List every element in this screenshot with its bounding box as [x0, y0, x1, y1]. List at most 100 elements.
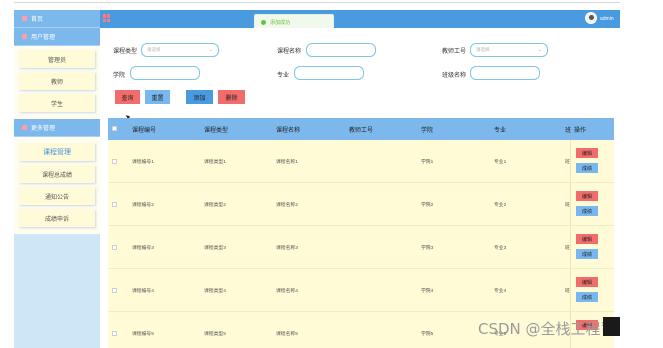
table-row: 课程编号4 课程类型4 课程名称4 学院4 专业4 班 编辑 成绩 — [108, 269, 614, 312]
top-bar: admin — [100, 10, 620, 28]
sidebar-item-appeal[interactable]: 成绩申诉 — [19, 209, 95, 227]
sidebar-item-teacher[interactable]: 教师 — [19, 72, 95, 90]
col-class: 班 — [565, 128, 572, 134]
cell-course-type: 课程类型5 — [204, 332, 226, 337]
sidebar-item-admin[interactable]: 管理员 — [19, 50, 95, 68]
admin-label[interactable]: admin — [600, 16, 614, 22]
col-college: 学院 — [421, 128, 434, 134]
class-label: 班级名称 — [442, 73, 467, 79]
table-header: 课程编号 课程类型 课程名称 教师工号 学院 专业 班 操作 — [108, 118, 614, 140]
row-checkbox[interactable] — [112, 331, 117, 336]
col-teacher-no: 教师工号 — [349, 128, 374, 134]
cell-course-no: 课程编号5 — [132, 332, 154, 337]
cell-course-name: 课程名称4 — [276, 289, 298, 294]
delete-button[interactable]: 删除 — [218, 90, 245, 104]
course-type-select[interactable]: 请选择 ⌄ — [141, 43, 219, 57]
sidebar-item-more-mgmt[interactable]: 更多管理 — [14, 119, 100, 137]
edit-button[interactable]: 编辑 — [576, 148, 598, 158]
cell-course-no: 课程编号3 — [132, 246, 154, 251]
chevron-down-icon: ⌄ — [208, 47, 213, 53]
corner-overlay — [603, 317, 620, 336]
reset-button[interactable]: 重置 — [145, 90, 170, 104]
col-course-type: 课程类型 — [204, 128, 229, 134]
toast-text: 添加成功 — [270, 19, 291, 26]
sidebar-more-mgmt-label: 更多管理 — [31, 126, 56, 132]
cell-course-type: 课程类型3 — [204, 246, 226, 251]
row-checkbox[interactable] — [112, 202, 117, 207]
table-row: 课程编号1 课程类型1 课程名称1 学院1 专业1 班 编辑 成绩 — [108, 140, 614, 183]
cell-major: 专业4 — [494, 289, 507, 294]
col-course-no: 课程编号 — [132, 128, 157, 134]
cell-course-type: 课程类型4 — [204, 289, 226, 294]
sidebar-home-label: 首页 — [31, 17, 44, 23]
home-icon — [22, 16, 27, 21]
col-operation: 操作 — [574, 128, 587, 134]
teacher-no-select[interactable]: 请选择 ⌄ — [470, 43, 548, 57]
user-submenu: 管理员 教师 学生 — [14, 46, 100, 119]
cell-course-type: 课程类型2 — [204, 203, 226, 208]
add-button[interactable]: 添加 — [186, 90, 213, 104]
cell-college: 学院3 — [421, 246, 434, 251]
col-course-name: 课程名称 — [276, 128, 301, 134]
operation-cell: 编辑 成绩 — [570, 226, 614, 268]
teacher-no-label: 教师工号 — [442, 49, 467, 55]
cell-major: 专业1 — [494, 160, 507, 165]
cell-course-no: 课程编号2 — [132, 203, 154, 208]
cell-course-type: 课程类型1 — [204, 160, 226, 165]
course-type-placeholder: 请选择 — [147, 47, 161, 52]
sidebar-item-student[interactable]: 学生 — [19, 94, 95, 112]
more-submenu: 课程管理 课程总成绩 通知公告 成绩申诉 — [14, 137, 100, 234]
sidebar-item-notice[interactable]: 通知公告 — [19, 187, 95, 205]
table-row: 课程编号2 课程类型2 课程名称2 学院2 专业2 班 编辑 成绩 — [108, 183, 614, 226]
edit-button[interactable]: 编辑 — [576, 234, 598, 244]
cell-college: 学院5 — [421, 332, 434, 337]
col-major: 专业 — [494, 128, 507, 134]
cell-course-name: 课程名称1 — [276, 160, 298, 165]
sidebar-user-mgmt-label: 用户管理 — [31, 35, 56, 41]
top-border — [14, 2, 620, 3]
score-button[interactable]: 成绩 — [576, 249, 598, 259]
row-checkbox[interactable] — [112, 159, 117, 164]
check-circle-icon — [261, 19, 266, 25]
grid-menu-icon[interactable] — [103, 14, 111, 22]
cell-course-name: 课程名称2 — [276, 203, 298, 208]
avatar[interactable] — [585, 12, 597, 24]
major-label: 专业 — [277, 73, 290, 79]
cell-course-no: 课程编号1 — [132, 160, 154, 165]
edit-button[interactable]: 编辑 — [576, 191, 598, 201]
row-checkbox[interactable] — [112, 245, 117, 250]
edit-button[interactable]: 编辑 — [576, 277, 598, 287]
select-all-checkbox[interactable] — [112, 126, 117, 131]
chevron-down-icon: ⌄ — [537, 47, 542, 53]
score-button[interactable]: 成绩 — [576, 163, 598, 173]
course-name-label: 课程名称 — [277, 49, 302, 55]
class-input[interactable] — [470, 66, 540, 80]
sidebar-item-course-total[interactable]: 课程总成绩 — [19, 165, 95, 183]
operation-cell: 编辑 成绩 — [570, 140, 614, 182]
college-label: 学院 — [113, 73, 126, 79]
cell-college: 学院1 — [421, 160, 434, 165]
course-type-label: 课程类型 — [113, 49, 138, 55]
cell-college: 学院2 — [421, 203, 434, 208]
score-button[interactable]: 成绩 — [576, 206, 598, 216]
cell-major: 专业3 — [494, 246, 507, 251]
table-body: 课程编号1 课程类型1 课程名称1 学院1 专业1 班 编辑 成绩 课程编号2 … — [108, 140, 614, 348]
sidebar-item-user-mgmt[interactable]: 用户管理 — [14, 28, 100, 46]
query-button[interactable]: 查询 — [115, 90, 140, 104]
cell-course-name: 课程名称5 — [276, 332, 298, 337]
sidebar: 首页 用户管理 管理员 教师 学生 更多管理 课程管理 课程总成绩 通知公告 成… — [14, 10, 100, 348]
row-checkbox[interactable] — [112, 288, 117, 293]
teacher-no-placeholder: 请选择 — [476, 47, 490, 52]
watermark: CSDN @全栈工程司 — [478, 320, 616, 338]
cell-major: 专业2 — [494, 203, 507, 208]
sidebar-item-course-mgmt[interactable]: 课程管理 — [19, 143, 95, 161]
major-input[interactable] — [294, 66, 364, 80]
sidebar-item-home[interactable]: 首页 — [14, 10, 100, 28]
course-name-input[interactable] — [306, 43, 376, 57]
user-icon — [22, 34, 27, 39]
college-input[interactable] — [130, 66, 200, 80]
operation-cell: 编辑 成绩 — [570, 269, 614, 311]
score-button[interactable]: 成绩 — [576, 292, 598, 302]
more-icon — [22, 125, 27, 130]
cell-course-no: 课程编号4 — [132, 289, 154, 294]
